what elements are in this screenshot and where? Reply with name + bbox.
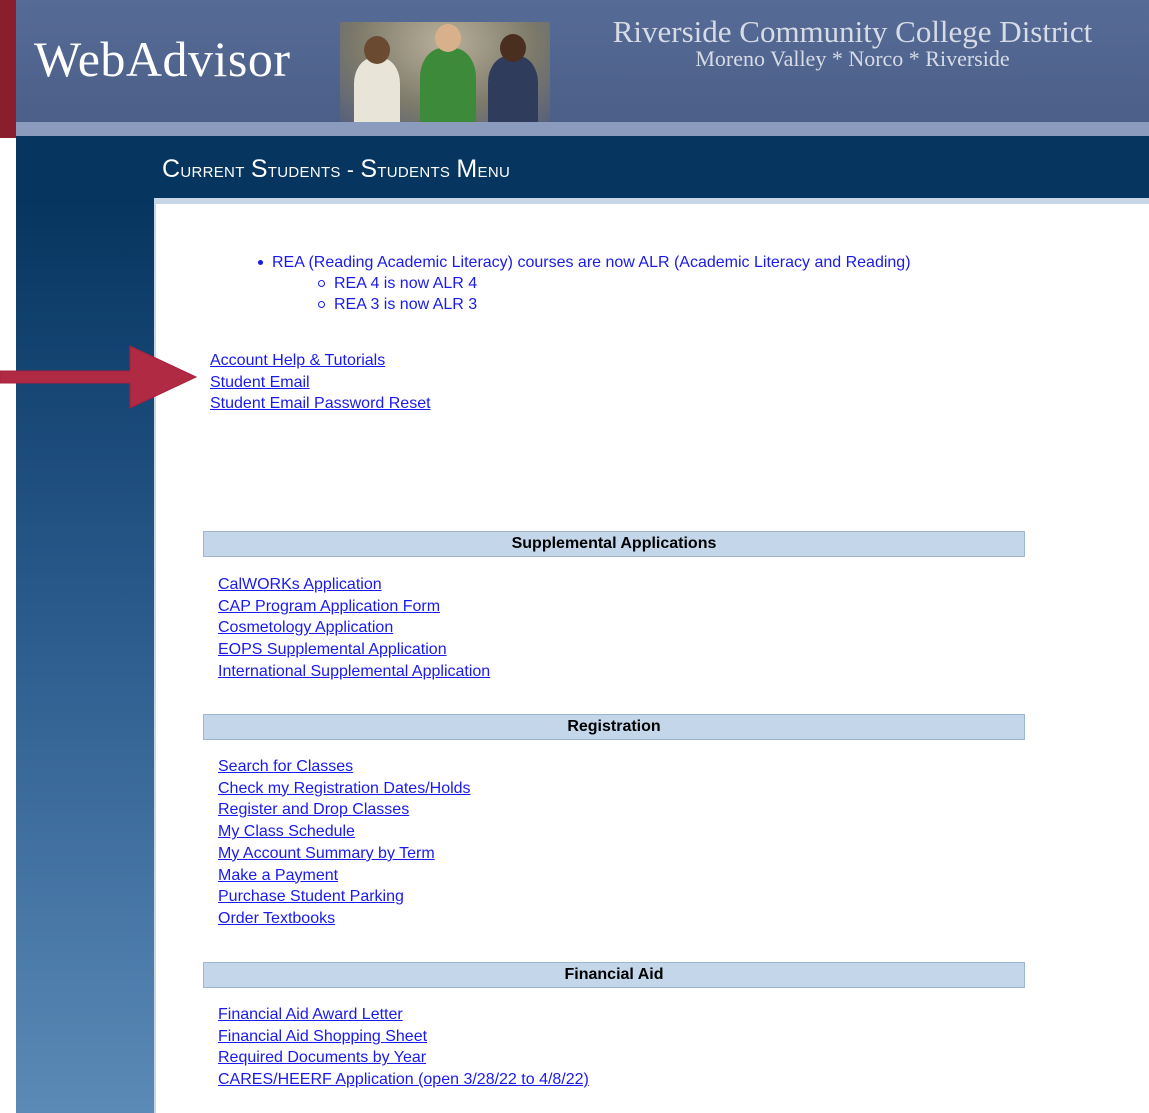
circle-bullet-icon xyxy=(318,280,325,287)
section-header-registration: Registration xyxy=(203,714,1025,740)
account-help-link[interactable]: Account Help & Tutorials xyxy=(210,350,431,372)
arrow-pointer-icon xyxy=(0,345,198,409)
supplemental-links: CalWORKs Application CAP Program Applica… xyxy=(218,574,490,683)
account-summary-link[interactable]: My Account Summary by Term xyxy=(218,843,471,865)
purchase-parking-link[interactable]: Purchase Student Parking xyxy=(218,886,471,908)
college-campuses: Moreno Valley * Norco * Riverside xyxy=(695,46,1010,71)
search-for-classes-link[interactable]: Search for Classes xyxy=(218,756,471,778)
student-figure xyxy=(420,48,476,122)
sidebar xyxy=(16,198,154,1113)
cap-program-application-link[interactable]: CAP Program Application Form xyxy=(218,596,490,618)
my-class-schedule-link[interactable]: My Class Schedule xyxy=(218,821,471,843)
cares-heerf-application-link[interactable]: CARES/HEERF Application (open 3/28/22 to… xyxy=(218,1069,589,1091)
maroon-accent-left xyxy=(0,0,16,138)
shopping-sheet-link[interactable]: Financial Aid Shopping Sheet xyxy=(218,1026,589,1048)
student-head xyxy=(500,34,526,62)
college-banner: Riverside Community College District Mor… xyxy=(560,16,1145,70)
required-documents-link[interactable]: Required Documents by Year xyxy=(218,1047,589,1069)
eops-supplemental-application-link[interactable]: EOPS Supplemental Application xyxy=(218,639,490,661)
register-drop-classes-link[interactable]: Register and Drop Classes xyxy=(218,799,471,821)
notice-subitem: REA 3 is now ALR 3 xyxy=(272,294,911,315)
student-email-password-reset-link[interactable]: Student Email Password Reset xyxy=(210,393,431,415)
circle-bullet-icon xyxy=(318,301,325,308)
top-links: Account Help & Tutorials Student Email S… xyxy=(210,350,431,415)
financial-aid-links: Financial Aid Award Letter Financial Aid… xyxy=(218,1004,589,1091)
student-figure xyxy=(354,58,400,122)
student-figure xyxy=(488,56,538,122)
order-textbooks-link[interactable]: Order Textbooks xyxy=(218,908,471,930)
international-supplemental-application-link[interactable]: International Supplemental Application xyxy=(218,661,490,683)
notice-item: REA (Reading Academic Literacy) courses … xyxy=(258,252,911,273)
section-header-financial-aid: Financial Aid xyxy=(203,962,1025,988)
registration-links: Search for Classes Check my Registration… xyxy=(218,756,471,930)
make-payment-link[interactable]: Make a Payment xyxy=(218,865,471,887)
webadvisor-logo: WebAdvisor xyxy=(34,31,291,87)
student-head xyxy=(364,36,390,64)
page-title: Current Students - Students Menu xyxy=(162,155,511,183)
award-letter-link[interactable]: Financial Aid Award Letter xyxy=(218,1004,589,1026)
students-photo xyxy=(340,22,550,122)
cosmetology-application-link[interactable]: Cosmetology Application xyxy=(218,617,490,639)
college-name: Riverside Community College District xyxy=(612,14,1093,49)
header-stripe xyxy=(16,122,1149,136)
student-head xyxy=(435,24,461,52)
bullet-icon xyxy=(258,260,263,265)
notice-subitem: REA 4 is now ALR 4 xyxy=(272,273,911,294)
check-registration-dates-link[interactable]: Check my Registration Dates/Holds xyxy=(218,778,471,800)
notice-list: REA (Reading Academic Literacy) courses … xyxy=(258,252,911,315)
calworks-application-link[interactable]: CalWORKs Application xyxy=(218,574,490,596)
student-email-link[interactable]: Student Email xyxy=(210,372,431,394)
section-header-supplemental: Supplemental Applications xyxy=(203,531,1025,557)
